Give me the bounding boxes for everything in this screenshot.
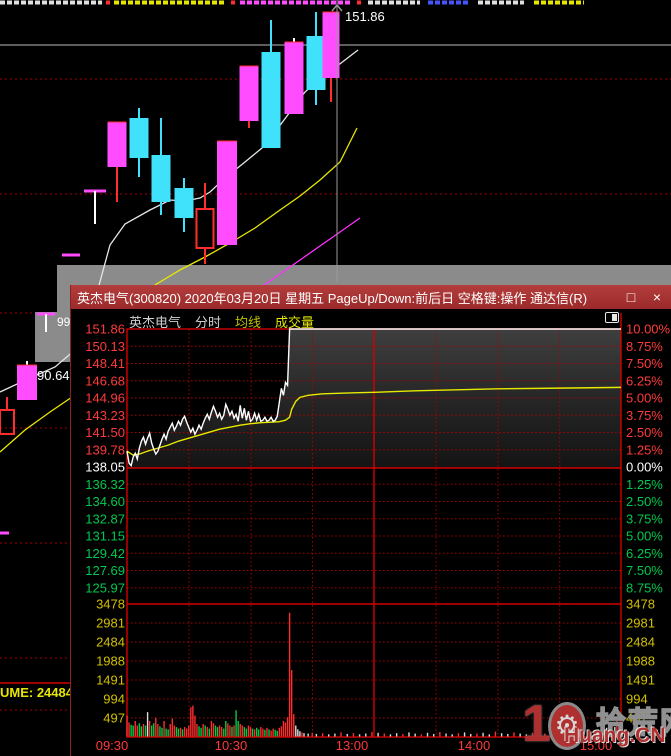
time-axis-label: 14:00 — [458, 738, 491, 753]
candle-hollow — [0, 409, 15, 435]
price-axis-label: 136.32 — [85, 477, 125, 492]
percent-axis-label: 3.75% — [626, 511, 663, 526]
time-axis-label: 13:00 — [336, 738, 369, 753]
bg-price-tag: 151.86 — [345, 9, 385, 24]
volume-axis-label: 1988 — [626, 654, 655, 669]
price-axis-label: 141.50 — [85, 425, 125, 440]
volume-axis-label: 497 — [626, 711, 648, 726]
price-axis-label: 127.69 — [85, 563, 125, 578]
candle-body — [17, 365, 37, 400]
candle-body — [239, 66, 259, 121]
price-axis-label: 139.78 — [85, 442, 125, 457]
price-axis-label: 148.41 — [85, 356, 125, 371]
percent-axis-label: 5.00% — [626, 529, 663, 544]
price-axis-label: 131.15 — [85, 529, 125, 544]
intraday-chart[interactable]: 151.86 150.13 148.41 146.68 144.96 143.23 141.… — [71, 285, 671, 756]
price-axis-label: 143.23 — [85, 408, 125, 423]
price-axis-label: 134.60 — [85, 494, 125, 509]
percent-axis-label: 6.25% — [626, 373, 663, 388]
volume-axis-label: 994 — [626, 692, 648, 707]
price-axis-label: 125.97 — [85, 580, 125, 595]
volume-axis-label: 3478 — [96, 597, 125, 612]
candle-body — [261, 52, 281, 148]
time-axis-label: 10:30 — [215, 738, 248, 753]
percent-axis-label: 10.00% — [626, 322, 671, 337]
volume-axis-label: 2484 — [626, 635, 655, 650]
candle-body — [174, 188, 194, 218]
price-axis-label: 132.87 — [85, 511, 125, 526]
volume-axis-label: 2981 — [96, 616, 125, 631]
volume-axis-label: 994 — [103, 692, 125, 707]
candle-body — [217, 141, 237, 245]
percent-axis-label: 2.50% — [626, 494, 663, 509]
price-axis-label: 144.96 — [85, 391, 125, 406]
percent-axis-label: 5.00% — [626, 391, 663, 406]
price-axis-label: 151.86 — [85, 322, 125, 337]
price-axis-label: 129.42 — [85, 546, 125, 561]
info-box — [57, 265, 671, 285]
bg-high-label: 99 — [57, 315, 71, 329]
volume-axis-label: 2484 — [96, 635, 125, 650]
percent-axis-label: 1.25% — [626, 442, 663, 457]
time-axis-label: 15:00 — [580, 738, 613, 753]
time-axis-label: 09:30 — [96, 738, 129, 753]
bg-low-label: 90.64 — [37, 368, 70, 383]
volume-axis-label: 2981 — [626, 616, 655, 631]
percent-axis-label: 0.00% — [626, 460, 663, 475]
candle-hollow — [195, 208, 215, 249]
screen: 151.86 99 90.64 UME: 24484.9 英杰电气(300820) 2… — [0, 0, 671, 756]
candle-body — [129, 118, 149, 158]
candle-body — [151, 155, 171, 202]
percent-axis-label: 8.75% — [626, 580, 663, 595]
price-axis-label: 146.68 — [85, 373, 125, 388]
volume-axis-label: 1491 — [96, 673, 125, 688]
price-axis-label: 150.13 — [85, 339, 125, 354]
volume-axis-label: 1988 — [96, 654, 125, 669]
price-axis-label: 138.05 — [85, 460, 125, 475]
volume-axis-label: 3478 — [626, 597, 655, 612]
percent-axis-label: 6.25% — [626, 546, 663, 561]
volume-axis-label: 1491 — [626, 673, 655, 688]
percent-axis-label: 3.75% — [626, 408, 663, 423]
percent-axis-label: 7.50% — [626, 563, 663, 578]
candle-body — [284, 42, 304, 114]
percent-axis-label: 8.75% — [626, 339, 663, 354]
volume-axis-label: 497 — [103, 711, 125, 726]
intraday-popup-window[interactable]: 英杰电气(300820) 2020年03月20日 星期五 PageUp/Down… — [70, 285, 671, 756]
percent-axis-label: 1.25% — [626, 477, 663, 492]
percent-axis-label: 2.50% — [626, 425, 663, 440]
percent-axis-label: 7.50% — [626, 356, 663, 371]
candle-body — [107, 122, 127, 167]
